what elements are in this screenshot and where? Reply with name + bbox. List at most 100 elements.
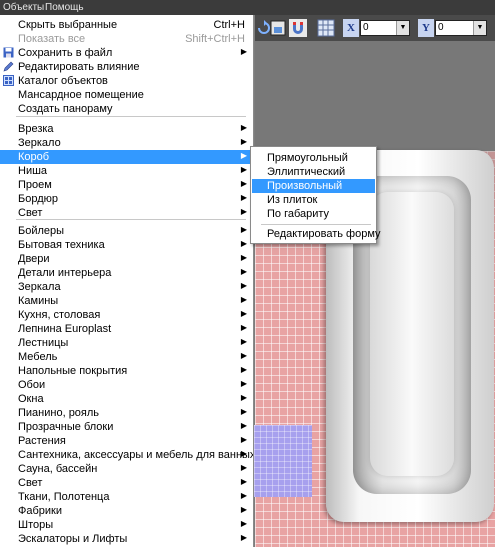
submenu-item-label: Из плиток [267, 194, 318, 206]
menu-item-label: Фабрики [18, 505, 62, 517]
submenu-edit-shape[interactable]: Редактировать форму [252, 227, 381, 241]
catalog-icon [3, 75, 14, 86]
y-combobox[interactable]: 0 ▼ [435, 20, 487, 36]
menu-objects[interactable]: Объекты [3, 2, 44, 13]
submenu-arrow-icon: ▶ [240, 253, 247, 262]
menu-item-group3-13[interactable]: Пианино, рояль ▶ [0, 406, 253, 420]
menu-item-label: Ниша [18, 165, 48, 177]
menu-item-label: Создать панораму [18, 103, 113, 115]
menu-item-group3-8[interactable]: Лестницы ▶ [0, 336, 253, 350]
submenu-arrow-icon: ▶ [240, 225, 247, 234]
menu-item-group3-9[interactable]: Мебель ▶ [0, 350, 253, 364]
menu-item-group3-16[interactable]: Сантехника, аксессуары и мебель для ванн… [0, 448, 253, 462]
menu-item-group2-3[interactable]: Ниша ▶ [0, 164, 253, 178]
x-combobox[interactable]: 0 ▼ [360, 20, 410, 36]
submenu-arrow-icon: ▶ [240, 47, 247, 56]
menu-item-group3-6[interactable]: Кухня, столовая ▶ [0, 308, 253, 322]
submenu-arrow-icon: ▶ [240, 435, 247, 444]
menu-item-shortcut: Ctrl+H [213, 19, 245, 31]
submenu-arrow-icon: ▶ [240, 179, 247, 188]
submenu-item-label: Прямоугольный [267, 152, 348, 164]
submenu-arrow-icon: ▶ [240, 239, 247, 248]
menu-item-group3-19[interactable]: Ткани, Полотенца ▶ [0, 490, 253, 504]
menu-item-label: Растения [18, 435, 66, 447]
submenu-item-4[interactable]: По габариту [252, 207, 375, 221]
menu-item-group1-5[interactable]: Мансардное помещение [0, 88, 253, 102]
submenu-arrow-icon: ▶ [240, 491, 247, 500]
menu-item-label: Скрыть выбранные [18, 19, 118, 31]
menu-item-group1-0[interactable]: Скрыть выбранные Ctrl+H [0, 18, 253, 32]
menu-item-label: Эскалаторы и Лифты [18, 533, 128, 545]
menu-item-label: Обои [18, 379, 46, 391]
menu-item-label: Врезка [18, 123, 54, 135]
y-value: 0 [438, 22, 444, 33]
menu-item-label: Бытовая техника [18, 239, 105, 251]
menu-item-label: Прозрачные блоки [18, 421, 114, 433]
submenu-arrow-icon: ▶ [240, 533, 247, 542]
menu-item-group3-12[interactable]: Окна ▶ [0, 392, 253, 406]
submenu-item-label: Произвольный [267, 180, 343, 192]
menu-item-group3-21[interactable]: Шторы ▶ [0, 518, 253, 532]
menu-item-group2-2[interactable]: Короб ▶ [0, 150, 253, 164]
submenu-arrow-icon: ▶ [240, 407, 247, 416]
menu-help[interactable]: Помощь [45, 2, 84, 13]
submenu-arrow-icon: ▶ [240, 207, 247, 216]
submenu-item-1[interactable]: Эллиптический [252, 165, 375, 179]
grid-icon[interactable] [317, 19, 335, 37]
menu-item-group3-3[interactable]: Детали интерьера ▶ [0, 266, 253, 280]
menu-item-group1-1[interactable]: Показать все Shift+Ctrl+H [0, 32, 253, 46]
menu-item-group3-0[interactable]: Бойлеры ▶ [0, 224, 253, 238]
menu-item-shortcut: Shift+Ctrl+H [185, 33, 245, 45]
menu-item-label: Пианино, рояль [18, 407, 100, 419]
x-label: X [343, 19, 359, 37]
submenu-arrow-icon: ▶ [240, 421, 247, 430]
menu-item-group2-5[interactable]: Бордюр ▶ [0, 192, 253, 206]
submenu-arrow-icon: ▶ [240, 267, 247, 276]
menu-item-label: Короб [18, 151, 50, 163]
submenu-arrow-icon: ▶ [240, 123, 247, 132]
menu-item-group3-10[interactable]: Напольные покрытия ▶ [0, 364, 253, 378]
menu-item-group1-4[interactable]: Каталог объектов [0, 74, 253, 88]
submenu-arrow-icon: ▶ [240, 379, 247, 388]
viewport-background[interactable] [255, 41, 495, 151]
menu-item-group3-22[interactable]: Эскалаторы и Лифты ▶ [0, 532, 253, 546]
menu-item-group2-0[interactable]: Врезка ▶ [0, 122, 253, 136]
submenu-item-0[interactable]: Прямоугольный [252, 151, 375, 165]
submenu-item-3[interactable]: Из плиток [252, 193, 375, 207]
edit-icon [3, 61, 14, 72]
menu-item-group3-15[interactable]: Растения ▶ [0, 434, 253, 448]
submenu-arrow-icon: ▶ [240, 165, 247, 174]
menu-item-label: Свет [18, 477, 43, 489]
blue-tiled-object[interactable] [254, 425, 312, 497]
menu-item-label: Редактировать влияние [18, 61, 140, 73]
align-icon[interactable] [269, 19, 287, 37]
menu-item-group2-6[interactable]: Свет ▶ [0, 206, 253, 220]
chevron-down-icon[interactable]: ▼ [396, 21, 409, 35]
menu-item-label: Лепнина Europlast [18, 323, 112, 335]
submenu-item-2[interactable]: Произвольный [252, 179, 375, 193]
menu-item-group3-7[interactable]: Лепнина Europlast ▶ [0, 322, 253, 336]
menu-item-group1-6[interactable]: Создать панораму [0, 102, 253, 116]
menu-item-group3-14[interactable]: Прозрачные блоки ▶ [0, 420, 253, 434]
menu-item-group3-2[interactable]: Двери ▶ [0, 252, 253, 266]
menu-item-group1-2[interactable]: Сохранить в файл ▶ [0, 46, 253, 60]
toolbar: X 0 ▼ Y 0 ▼ [255, 15, 495, 41]
menu-item-group3-5[interactable]: Камины ▶ [0, 294, 253, 308]
menu-item-group1-3[interactable]: Редактировать влияние [0, 60, 253, 74]
menu-item-group3-1[interactable]: Бытовая техника ▶ [0, 238, 253, 252]
menu-item-group3-4[interactable]: Зеркала ▶ [0, 280, 253, 294]
menu-item-group3-20[interactable]: Фабрики ▶ [0, 504, 253, 518]
menu-separator [16, 219, 246, 220]
menu-item-group2-1[interactable]: Зеркало ▶ [0, 136, 253, 150]
menu-item-label: Шторы [18, 519, 54, 531]
menu-item-group2-4[interactable]: Проем ▶ [0, 178, 253, 192]
box-submenu: Прямоугольный Эллиптический Произвольный Из… [250, 146, 381, 244]
menu-item-group3-18[interactable]: Свет ▶ [0, 476, 253, 490]
menu-item-group3-11[interactable]: Обои ▶ [0, 378, 253, 392]
submenu-arrow-icon: ▶ [240, 449, 247, 458]
magnet-icon[interactable] [289, 19, 307, 37]
menu-item-group3-17[interactable]: Сауна, бассейн ▶ [0, 462, 253, 476]
submenu-arrow-icon: ▶ [240, 477, 247, 486]
chevron-down-icon[interactable]: ▼ [473, 21, 486, 35]
menu-item-label: Напольные покрытия [18, 365, 128, 377]
